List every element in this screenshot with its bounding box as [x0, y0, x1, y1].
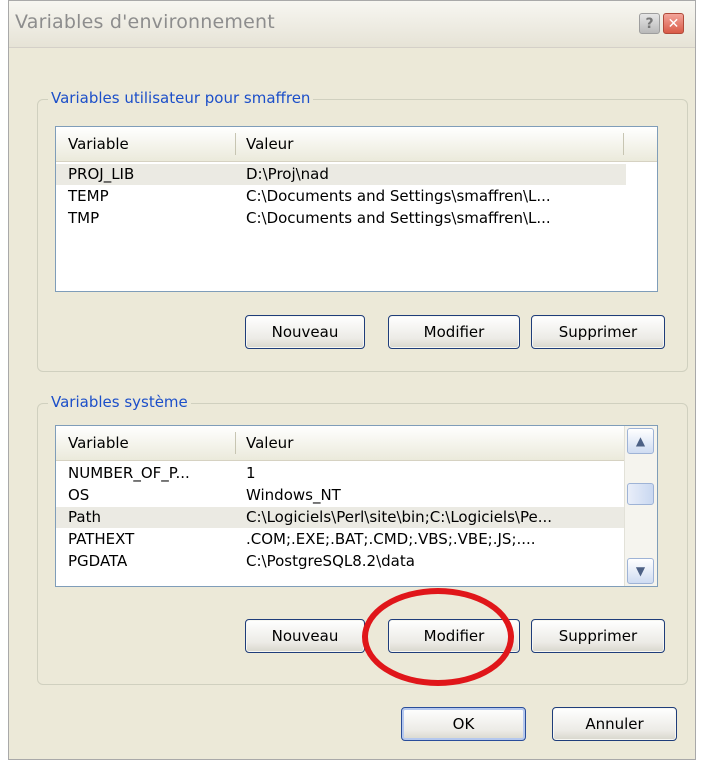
scroll-thumb[interactable] — [627, 483, 654, 505]
list-item[interactable]: PROJ_LIB D:\Proj\nad — [56, 164, 626, 185]
list-header: Variable Valeur — [56, 127, 657, 162]
variable-value: .COM;.EXE;.BAT;.CMD;.VBS;.VBE;.JS;.... — [246, 530, 536, 548]
column-header-variable[interactable]: Variable — [68, 434, 129, 452]
list-item[interactable]: PGDATA C:\PostgreSQL8.2\data — [56, 551, 624, 572]
user-delete-button[interactable]: Supprimer — [531, 315, 665, 349]
ok-button[interactable]: OK — [401, 707, 526, 741]
close-button[interactable]: ✕ — [663, 13, 684, 34]
vertical-scrollbar[interactable]: ▲ ▼ — [624, 426, 657, 586]
column-divider[interactable] — [235, 133, 236, 155]
variable-value: C:\Documents and Settings\smaffren\L... — [246, 209, 551, 227]
help-button[interactable]: ? — [639, 13, 660, 34]
variable-value: 1 — [246, 464, 256, 482]
column-header-variable[interactable]: Variable — [68, 135, 129, 153]
close-icon: ✕ — [667, 15, 680, 32]
user-new-button[interactable]: Nouveau — [245, 315, 365, 349]
system-variables-group: Variables système Variable Valeur NUMBER… — [37, 393, 688, 685]
scroll-down-button[interactable]: ▼ — [627, 558, 654, 584]
user-variables-label: Variables utilisateur pour smaffren — [48, 89, 314, 107]
chevron-up-icon: ▲ — [635, 434, 646, 448]
title-bar: Variables d'environnement ? ✕ — [9, 1, 695, 48]
system-variables-list[interactable]: Variable Valeur NUMBER_OF_P... 1 OS Wind… — [55, 425, 658, 587]
variable-name: TEMP — [68, 187, 109, 205]
list-item[interactable]: Path C:\Logiciels\Perl\site\bin;C:\Logic… — [56, 507, 624, 528]
variable-value: C:\PostgreSQL8.2\data — [246, 552, 415, 570]
list-item[interactable]: OS Windows_NT — [56, 485, 624, 506]
help-icon: ? — [645, 15, 654, 32]
variable-name: Path — [68, 508, 101, 526]
list-header: Variable Valeur — [56, 426, 624, 461]
variable-name: TMP — [68, 209, 100, 227]
variable-name: PROJ_LIB — [68, 165, 135, 183]
system-variables-label: Variables système — [48, 393, 191, 411]
user-variables-list[interactable]: Variable Valeur PROJ_LIB D:\Proj\nad TEM… — [55, 126, 658, 292]
system-new-button[interactable]: Nouveau — [245, 619, 365, 653]
variable-name: PATHEXT — [68, 530, 135, 548]
variable-value: Windows_NT — [246, 486, 341, 504]
variable-name: PGDATA — [68, 552, 128, 570]
system-edit-button[interactable]: Modifier — [388, 619, 520, 653]
column-divider[interactable] — [623, 133, 624, 155]
system-delete-button[interactable]: Supprimer — [531, 619, 665, 653]
user-edit-button[interactable]: Modifier — [388, 315, 520, 349]
variable-value: C:\Logiciels\Perl\site\bin;C:\Logiciels\… — [246, 508, 553, 526]
variable-name: NUMBER_OF_P... — [68, 464, 190, 482]
column-divider[interactable] — [235, 432, 236, 454]
list-item[interactable]: TEMP C:\Documents and Settings\smaffren\… — [56, 186, 626, 207]
list-item[interactable]: NUMBER_OF_P... 1 — [56, 463, 624, 484]
column-header-value[interactable]: Valeur — [246, 135, 293, 153]
scroll-up-button[interactable]: ▲ — [627, 428, 654, 454]
environment-variables-dialog: Variables d'environnement ? ✕ Variables … — [8, 0, 696, 760]
chevron-down-icon: ▼ — [635, 564, 646, 578]
window-title: Variables d'environnement — [15, 11, 275, 33]
cancel-button[interactable]: Annuler — [552, 707, 677, 741]
variable-value: C:\Documents and Settings\smaffren\L... — [246, 187, 551, 205]
column-header-value[interactable]: Valeur — [246, 434, 293, 452]
list-item[interactable]: TMP C:\Documents and Settings\smaffren\L… — [56, 208, 626, 229]
list-item[interactable]: PATHEXT .COM;.EXE;.BAT;.CMD;.VBS;.VBE;.J… — [56, 529, 624, 550]
user-variables-group: Variables utilisateur pour smaffren Vari… — [37, 89, 688, 372]
variable-name: OS — [68, 486, 90, 504]
variable-value: D:\Proj\nad — [246, 165, 329, 183]
